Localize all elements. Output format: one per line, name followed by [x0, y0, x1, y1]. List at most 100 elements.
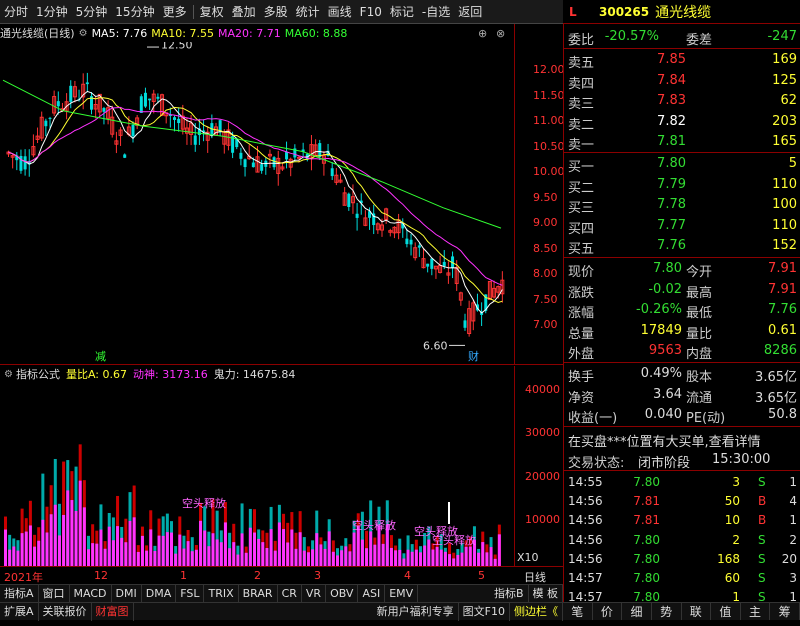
indicator-name[interactable]: 指标公式: [16, 366, 60, 382]
chart-title: 通光线缆(日线): [0, 27, 75, 40]
rtab-value[interactable]: 值: [711, 603, 741, 620]
rtab-detail[interactable]: 细: [622, 603, 652, 620]
volume-chart[interactable]: 空头释放空头释放 空头释放空头释放: [0, 382, 514, 566]
stat-label: 涨幅: [568, 306, 595, 321]
tick-side: S: [758, 532, 766, 547]
toolbar-watchlist[interactable]: -自选: [418, 0, 454, 24]
toolbar-fenshi[interactable]: 分时: [0, 0, 32, 24]
big-order-notice[interactable]: 在买盘***位置有大买单,查看详情: [568, 431, 761, 450]
market-flag: L: [569, 4, 577, 19]
price-tick: 9.00: [533, 216, 558, 229]
new-user-promo[interactable]: 新用户福利专享: [373, 602, 459, 621]
bid-volume[interactable]: 5: [789, 156, 797, 171]
bid-volume[interactable]: 110: [772, 218, 797, 233]
volume-bar: [311, 540, 315, 566]
toolbar-f10[interactable]: F10: [356, 0, 386, 24]
chart-close-icon[interactable]: ⊗: [496, 27, 505, 40]
candle: [56, 91, 60, 115]
volume-bar: [207, 531, 211, 566]
price-tick: 9.50: [533, 190, 558, 204]
tab-template[interactable]: 模 板: [529, 584, 563, 603]
candlestick-chart[interactable]: 12.50 6.60 减 财: [0, 42, 520, 364]
tick-side: S: [758, 551, 766, 566]
volume-bar: [365, 530, 369, 566]
candle: [164, 112, 169, 124]
candle: [388, 228, 393, 237]
period-label[interactable]: 日线: [524, 569, 546, 585]
sidebar-toggle[interactable]: 侧边栏《: [510, 602, 563, 621]
ask-volume[interactable]: 165: [772, 134, 797, 149]
candle: [426, 263, 430, 273]
ma60-label: MA60: 8.88: [284, 26, 348, 40]
hr: [564, 426, 800, 427]
ask-label: 卖二: [568, 117, 595, 133]
settings-gear-icon[interactable]: ⚙: [79, 28, 88, 39]
toolbar-back[interactable]: 返回: [454, 0, 486, 24]
tab-vr[interactable]: VR: [302, 584, 327, 603]
rtab-trades[interactable]: 笔: [563, 603, 593, 620]
chart-add-icon[interactable]: ⊕: [478, 27, 487, 40]
candle: [487, 281, 492, 300]
tab-indicator-b[interactable]: 指标B: [490, 584, 529, 603]
ask-volume[interactable]: 203: [772, 114, 797, 129]
bid-volume[interactable]: 100: [772, 197, 797, 212]
toolbar-overlay[interactable]: 叠加: [228, 0, 260, 24]
toolbar-draw[interactable]: 画线: [324, 0, 356, 24]
tab-trix[interactable]: TRIX: [204, 584, 239, 603]
tab-brar[interactable]: BRAR: [239, 584, 278, 603]
bid-volume[interactable]: 110: [772, 177, 797, 192]
ask-volume[interactable]: 169: [772, 52, 797, 67]
tab-indicator-a[interactable]: 指标A: [0, 584, 39, 603]
candle: [151, 89, 156, 114]
rtab-main[interactable]: 主: [741, 603, 771, 620]
rtab-trend[interactable]: 势: [652, 603, 682, 620]
toolbar-more[interactable]: 更多: [159, 0, 191, 24]
volume-bar: [240, 503, 244, 566]
toolbar-1min[interactable]: 1分钟: [32, 0, 72, 24]
tab-dmi[interactable]: DMI: [112, 584, 142, 603]
tab-window[interactable]: 窗口: [39, 584, 70, 603]
fund-row: 收益(一) 0.040 PE(动) 50.8: [564, 405, 800, 426]
rtab-related[interactable]: 联: [682, 603, 712, 620]
candle: [458, 291, 463, 306]
toolbar-multi[interactable]: 多股: [260, 0, 292, 24]
tab-macd[interactable]: MACD: [70, 584, 112, 603]
tab-dma[interactable]: DMA: [142, 584, 177, 603]
indicator-gear-icon[interactable]: ⚙: [4, 369, 13, 380]
stock-name: 通光线缆: [655, 4, 712, 21]
toolbar-5min[interactable]: 5分钟: [72, 0, 112, 24]
stat-value-2: 7.91: [768, 281, 797, 297]
volume-tick: 30000: [525, 426, 560, 440]
volume-bar: [103, 541, 107, 566]
tab-cr[interactable]: CR: [278, 584, 302, 603]
f10-graphic[interactable]: 图文F10: [459, 602, 510, 621]
rtab-price[interactable]: 价: [593, 603, 623, 620]
date-axis: 2021年 12 1 2 3 4 5 日线: [0, 566, 563, 584]
related-quotes[interactable]: 关联报价: [39, 602, 92, 621]
extend-a[interactable]: 扩展A: [0, 602, 39, 621]
tick-side: S: [758, 475, 766, 489]
ask-label: 卖四: [568, 76, 595, 92]
volume-bar: [277, 504, 281, 566]
volume-bar: [120, 526, 124, 566]
tab-emv[interactable]: EMV: [385, 584, 419, 603]
volume-bar: [178, 516, 182, 566]
hr: [564, 362, 800, 363]
tab-asi[interactable]: ASI: [358, 584, 386, 603]
rtab-chips[interactable]: 筹: [770, 603, 800, 620]
ask-volume[interactable]: 125: [772, 73, 797, 88]
wealth-map[interactable]: 财富图: [92, 602, 134, 621]
indicator-tabs: 指标A 窗口 MACD DMI DMA FSL TRIX BRAR CR VR …: [0, 584, 563, 603]
tab-fsl[interactable]: FSL: [176, 584, 205, 603]
toolbar-stats[interactable]: 统计: [292, 0, 324, 24]
status-row: 交易状态: 闭市阶段 15:30:00: [564, 450, 800, 471]
toolbar-fuquan[interactable]: 复权: [196, 0, 228, 24]
bid-volume[interactable]: 152: [772, 238, 797, 253]
tab-obv[interactable]: OBV: [326, 584, 359, 603]
ask-volume[interactable]: 62: [780, 93, 797, 108]
toolbar-15min[interactable]: 15分钟: [111, 0, 158, 24]
toolbar-mark[interactable]: 标记: [386, 0, 418, 24]
x-label-2021: 2021年: [4, 571, 43, 584]
fund-label: 净资: [568, 390, 595, 406]
volume-bar: [228, 532, 232, 566]
